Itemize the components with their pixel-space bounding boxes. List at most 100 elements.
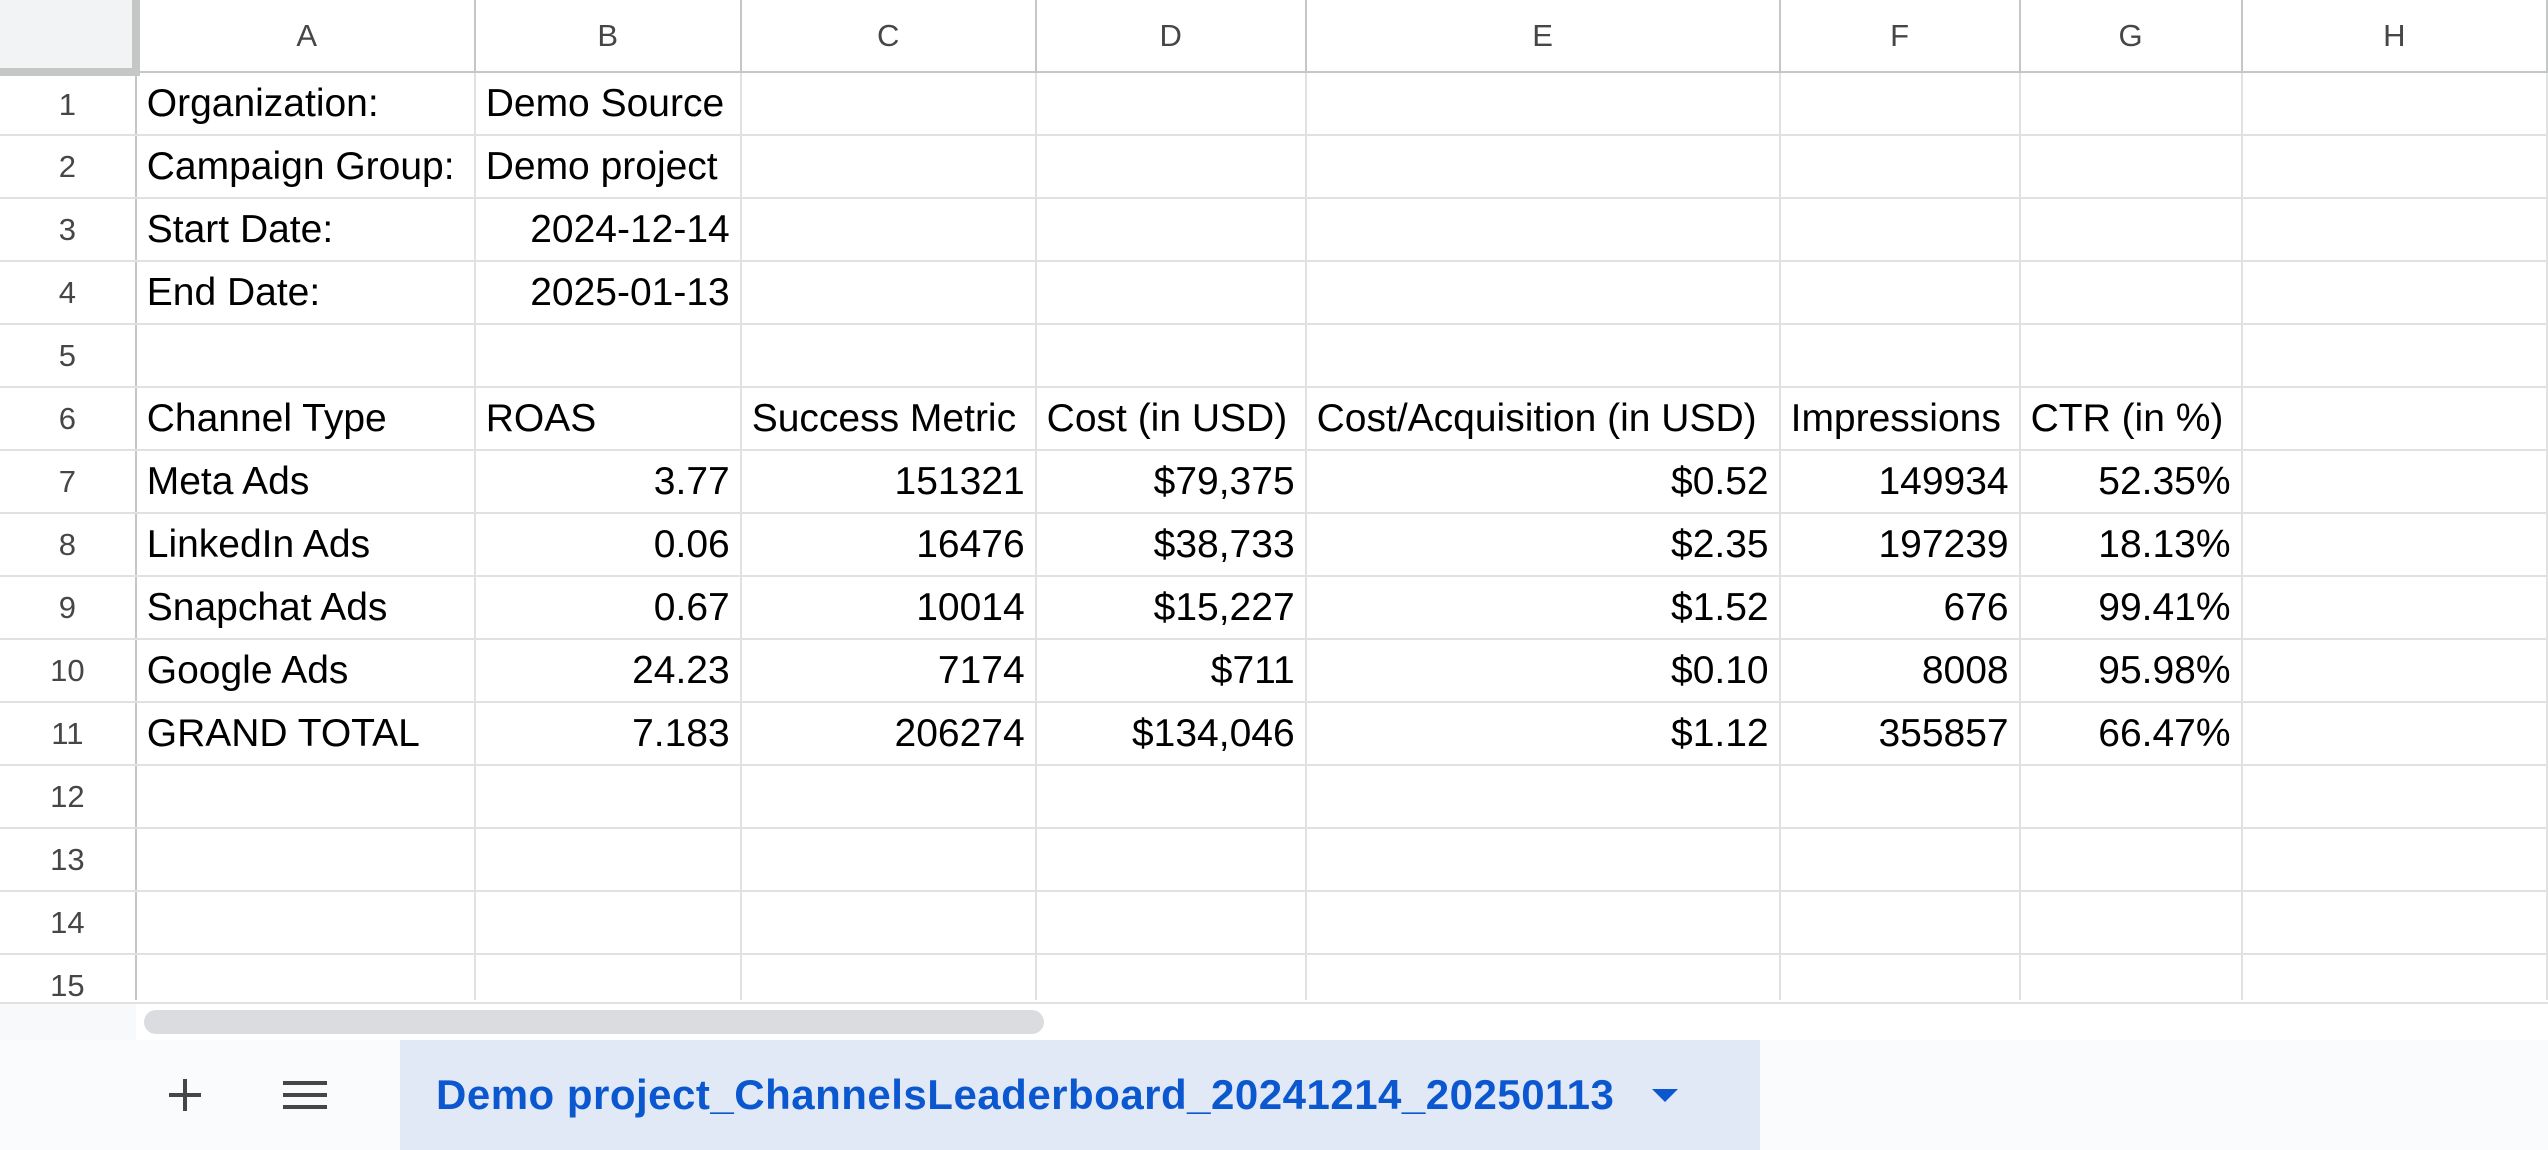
- cell-d3[interactable]: [1035, 198, 1307, 262]
- cell-e15[interactable]: [1305, 954, 1781, 1000]
- cell-h10[interactable]: [2241, 639, 2548, 703]
- cell-a13[interactable]: [135, 828, 476, 892]
- cell-h1[interactable]: [2241, 72, 2548, 136]
- cell-d10[interactable]: $711: [1035, 639, 1307, 703]
- cell-g10[interactable]: 95.98%: [2019, 639, 2243, 703]
- cell-g9[interactable]: 99.41%: [2019, 576, 2243, 640]
- cell-c4[interactable]: [740, 261, 1037, 325]
- cell-f7[interactable]: 149934: [1779, 450, 2021, 514]
- cell-a1[interactable]: Organization:: [135, 72, 476, 136]
- cell-g7[interactable]: 52.35%: [2019, 450, 2243, 514]
- cell-e1[interactable]: [1305, 72, 1781, 136]
- horizontal-scrollbar-thumb[interactable]: [144, 1010, 1044, 1034]
- cell-h7[interactable]: [2241, 450, 2548, 514]
- cell-d9[interactable]: $15,227: [1035, 576, 1307, 640]
- row-header-3[interactable]: 3: [0, 198, 137, 262]
- cell-c9[interactable]: 10014: [740, 576, 1037, 640]
- cell-e13[interactable]: [1305, 828, 1781, 892]
- cell-b10[interactable]: 24.23: [474, 639, 742, 703]
- column-header-f[interactable]: F: [1779, 0, 2021, 73]
- cell-g6[interactable]: CTR (in %): [2019, 387, 2243, 451]
- cell-h11[interactable]: [2241, 702, 2548, 766]
- cell-g4[interactable]: [2019, 261, 2243, 325]
- cell-d8[interactable]: $38,733: [1035, 513, 1307, 577]
- cell-d2[interactable]: [1035, 135, 1307, 199]
- cell-h2[interactable]: [2241, 135, 2548, 199]
- cell-f9[interactable]: 676: [1779, 576, 2021, 640]
- cell-f1[interactable]: [1779, 72, 2021, 136]
- cell-f12[interactable]: [1779, 765, 2021, 829]
- cell-e4[interactable]: [1305, 261, 1781, 325]
- cell-c10[interactable]: 7174: [740, 639, 1037, 703]
- cell-f5[interactable]: [1779, 324, 2021, 388]
- cell-h8[interactable]: [2241, 513, 2548, 577]
- cell-d7[interactable]: $79,375: [1035, 450, 1307, 514]
- cell-d6[interactable]: Cost (in USD): [1035, 387, 1307, 451]
- cell-a11[interactable]: GRAND TOTAL: [135, 702, 476, 766]
- cell-d11[interactable]: $134,046: [1035, 702, 1307, 766]
- cell-b2[interactable]: Demo project: [474, 135, 742, 199]
- cell-d12[interactable]: [1035, 765, 1307, 829]
- cell-f3[interactable]: [1779, 198, 2021, 262]
- cell-g13[interactable]: [2019, 828, 2243, 892]
- row-header-9[interactable]: 9: [0, 576, 137, 640]
- row-header-8[interactable]: 8: [0, 513, 137, 577]
- cell-a12[interactable]: [135, 765, 476, 829]
- select-all-corner[interactable]: [0, 0, 140, 76]
- cell-c5[interactable]: [740, 324, 1037, 388]
- cell-g11[interactable]: 66.47%: [2019, 702, 2243, 766]
- cell-b12[interactable]: [474, 765, 742, 829]
- cell-g5[interactable]: [2019, 324, 2243, 388]
- cell-e10[interactable]: $0.10: [1305, 639, 1781, 703]
- row-header-10[interactable]: 10: [0, 639, 137, 703]
- cell-b13[interactable]: [474, 828, 742, 892]
- cell-e14[interactable]: [1305, 891, 1781, 955]
- cell-f2[interactable]: [1779, 135, 2021, 199]
- cell-a9[interactable]: Snapchat Ads: [135, 576, 476, 640]
- cell-c14[interactable]: [740, 891, 1037, 955]
- cell-f8[interactable]: 197239: [1779, 513, 2021, 577]
- cell-e5[interactable]: [1305, 324, 1781, 388]
- cell-d15[interactable]: [1035, 954, 1307, 1000]
- cell-h5[interactable]: [2241, 324, 2548, 388]
- row-header-7[interactable]: 7: [0, 450, 137, 514]
- cell-c11[interactable]: 206274: [740, 702, 1037, 766]
- row-header-1[interactable]: 1: [0, 72, 137, 136]
- cell-g12[interactable]: [2019, 765, 2243, 829]
- cell-a8[interactable]: LinkedIn Ads: [135, 513, 476, 577]
- cell-e6[interactable]: Cost/Acquisition (in USD): [1305, 387, 1781, 451]
- cell-e12[interactable]: [1305, 765, 1781, 829]
- row-header-5[interactable]: 5: [0, 324, 137, 388]
- column-header-h[interactable]: H: [2241, 0, 2548, 73]
- cell-a3[interactable]: Start Date:: [135, 198, 476, 262]
- cell-d4[interactable]: [1035, 261, 1307, 325]
- cell-h4[interactable]: [2241, 261, 2548, 325]
- cell-c2[interactable]: [740, 135, 1037, 199]
- cell-b5[interactable]: [474, 324, 742, 388]
- cell-a5[interactable]: [135, 324, 476, 388]
- cell-f11[interactable]: 355857: [1779, 702, 2021, 766]
- cell-c13[interactable]: [740, 828, 1037, 892]
- cell-b8[interactable]: 0.06: [474, 513, 742, 577]
- cell-g3[interactable]: [2019, 198, 2243, 262]
- cell-h13[interactable]: [2241, 828, 2548, 892]
- cell-a14[interactable]: [135, 891, 476, 955]
- cell-f13[interactable]: [1779, 828, 2021, 892]
- row-header-15[interactable]: 15: [0, 954, 137, 1000]
- cell-c3[interactable]: [740, 198, 1037, 262]
- cell-a4[interactable]: End Date:: [135, 261, 476, 325]
- row-header-11[interactable]: 11: [0, 702, 137, 766]
- cell-f15[interactable]: [1779, 954, 2021, 1000]
- caret-down-icon[interactable]: [1652, 1088, 1679, 1102]
- column-header-d[interactable]: D: [1035, 0, 1307, 73]
- add-sheet-button[interactable]: [150, 1060, 220, 1130]
- row-header-4[interactable]: 4: [0, 261, 137, 325]
- cell-h15[interactable]: [2241, 954, 2548, 1000]
- cell-g14[interactable]: [2019, 891, 2243, 955]
- horizontal-scrollbar[interactable]: [136, 1002, 2548, 1040]
- cell-g1[interactable]: [2019, 72, 2243, 136]
- cell-d14[interactable]: [1035, 891, 1307, 955]
- cell-c8[interactable]: 16476: [740, 513, 1037, 577]
- cell-b14[interactable]: [474, 891, 742, 955]
- column-header-a[interactable]: A: [135, 0, 476, 73]
